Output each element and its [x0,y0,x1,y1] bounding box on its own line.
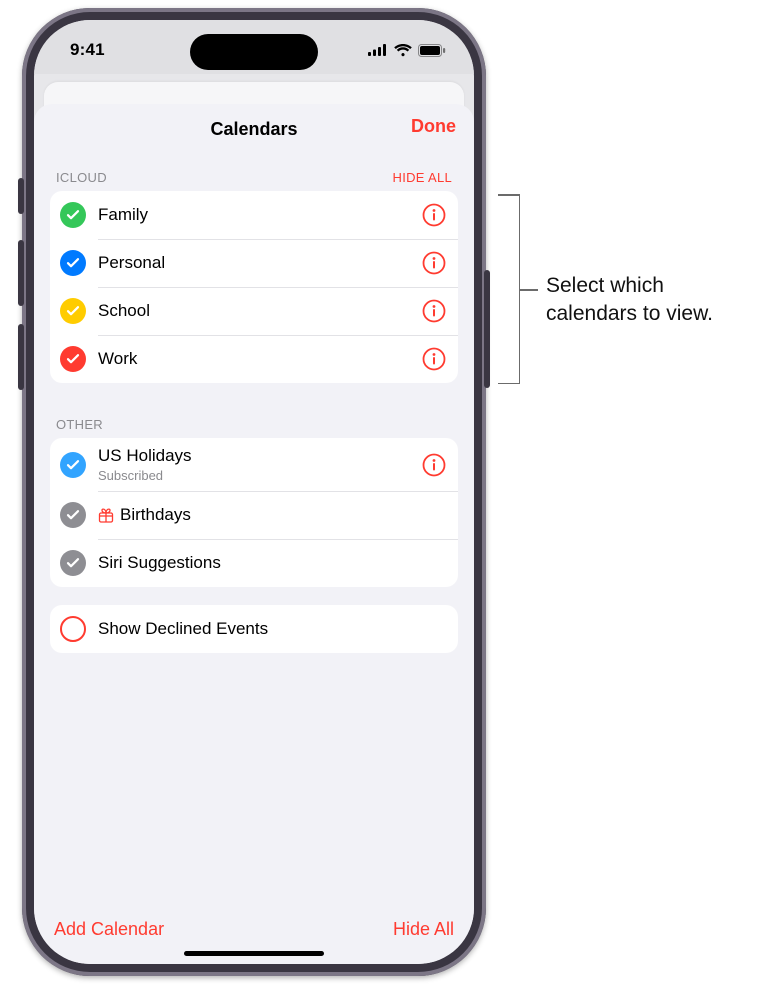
checkmark-icon [60,550,86,576]
calendar-row-birthdays[interactable]: Birthdays [50,491,458,539]
status-time: 9:41 [70,40,105,60]
calendar-name: Birthdays [98,505,446,525]
calendar-subtitle: Subscribed [98,468,422,483]
add-calendar-button[interactable]: Add Calendar [54,919,164,940]
calendars-sheet: Calendars Done ICLOUD HIDE ALL [34,104,474,964]
other-group: US Holidays Subscribed [50,438,458,587]
checkmark-icon [60,250,86,276]
unchecked-circle-icon [60,616,86,642]
side-button [484,270,490,388]
section-label: OTHER [56,417,103,432]
checkmark-icon [60,502,86,528]
calendar-row-work[interactable]: Work [50,335,458,383]
calendar-name: School [98,301,422,321]
calendar-row-siri-suggestions[interactable]: Siri Suggestions [50,539,458,587]
home-indicator [184,951,324,956]
callout-tick [520,289,538,291]
sheet-header: Calendars Done [34,104,474,154]
hide-all-button[interactable]: Hide All [393,919,454,940]
options-group: Show Declined Events [50,605,458,653]
calendar-row-family[interactable]: Family [50,191,458,239]
info-icon[interactable] [422,299,446,323]
info-icon[interactable] [422,203,446,227]
status-icons [368,44,446,57]
battery-icon [418,44,446,57]
checkmark-icon [60,452,86,478]
icloud-group: Family [50,191,458,383]
phone-frame: 9:41 [22,8,486,976]
option-label: Show Declined Events [98,619,446,639]
checkmark-icon [60,298,86,324]
done-button[interactable]: Done [411,116,456,137]
calendar-row-us-holidays[interactable]: US Holidays Subscribed [50,438,458,491]
sheet-body: ICLOUD HIDE ALL Family [34,154,474,905]
section-header-icloud: ICLOUD HIDE ALL [50,154,458,191]
calendar-row-personal[interactable]: Personal [50,239,458,287]
checkmark-icon [60,346,86,372]
wifi-icon [394,44,412,57]
dynamic-island [190,34,318,70]
volume-down-button [18,324,24,390]
hide-all-icloud-button[interactable]: HIDE ALL [393,170,452,185]
callout-text: Select which calendars to view. [546,272,758,329]
screen: 9:41 [34,20,474,964]
section-header-other: OTHER [50,401,458,438]
volume-up-button [18,240,24,306]
page-title: Calendars [210,119,297,140]
calendar-name: Work [98,349,422,369]
calendar-name: Siri Suggestions [98,553,446,573]
callout-bracket [498,194,520,384]
info-icon[interactable] [422,453,446,477]
section-label: ICLOUD [56,170,107,185]
calendar-name: Family [98,205,422,225]
cellular-icon [368,44,388,56]
silent-switch [18,178,24,214]
calendar-row-school[interactable]: School [50,287,458,335]
show-declined-row[interactable]: Show Declined Events [50,605,458,653]
gift-icon [98,507,114,523]
checkmark-icon [60,202,86,228]
info-icon[interactable] [422,347,446,371]
calendar-name: US Holidays Subscribed [98,446,422,483]
info-icon[interactable] [422,251,446,275]
calendar-name: Personal [98,253,422,273]
